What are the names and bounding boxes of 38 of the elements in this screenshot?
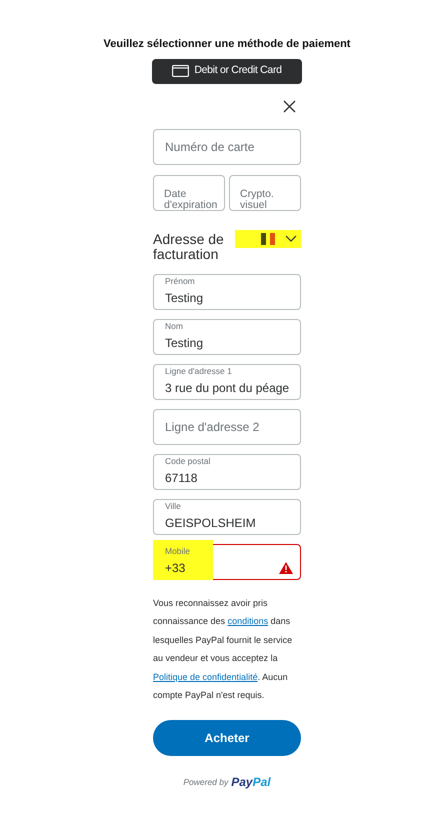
flag-icon	[261, 232, 275, 244]
text-field[interactable]: Ville GEISPOLSHEIM	[153, 498, 301, 534]
highlight-mark	[153, 540, 213, 580]
card-icon	[172, 65, 190, 77]
billing-label: Adresse de facturation	[153, 232, 225, 262]
text-field[interactable]: Ligne d'adresse 1 3 rue du pont du péage	[153, 364, 301, 400]
text-field[interactable]: Crypto. visuel	[229, 174, 301, 210]
buy-button[interactable]: Acheter	[153, 720, 301, 756]
warning-icon	[279, 562, 293, 574]
legal-link[interactable]: conditions	[228, 616, 268, 626]
field-label: Prénom	[165, 276, 196, 286]
field-label: Ligne d'adresse 1	[165, 366, 233, 376]
field-value[interactable]: 67118	[165, 468, 289, 486]
field-value[interactable]: 3 rue du pont du péage	[165, 378, 289, 396]
field-label: Code postal	[165, 456, 212, 466]
heading-text: Veuillez sélectionner une méthode de paiement	[102, 37, 352, 52]
legal-link[interactable]: Politique de confidentialité	[153, 672, 258, 682]
field-label: Nom	[165, 320, 184, 330]
text-field[interactable]: Ligne d'adresse 2	[153, 408, 301, 444]
field-value[interactable]: +33	[165, 558, 265, 576]
field-label: Mobile	[165, 546, 192, 556]
text-field[interactable]: Code postal 67118	[153, 454, 301, 490]
field-value[interactable]: Testing	[165, 288, 289, 306]
powered-by-text: Powered by	[183, 776, 228, 788]
close-icon[interactable]	[283, 100, 296, 112]
text-input[interactable]: Ligne d'adresse 2	[165, 418, 289, 436]
paypal-logo: PayPal	[231, 774, 271, 792]
field-label: Ville	[165, 500, 182, 510]
text-field[interactable]: Nom Testing	[153, 318, 301, 354]
field-value[interactable]: Testing	[165, 334, 289, 352]
card-method-button[interactable]: Debit or Credit Card	[152, 58, 302, 84]
field-value[interactable]: GEISPOLSHEIM	[165, 514, 289, 532]
card-number-field[interactable]: Numéro de carte	[153, 128, 301, 164]
text-field[interactable]: Prénom Testing	[153, 274, 301, 310]
text-field[interactable]: Date d'expiration	[153, 174, 225, 210]
chevron-down-icon	[285, 235, 297, 242]
legal-text: Vous reconnaissez avoir pris connaissance des conditions dans lesquelles PayPal fournit le service au vendeur et vous acceptez la Politique de confidentialité. Aucun compte PayPal n'est requis.	[153, 596, 293, 702]
country-selector[interactable]	[235, 230, 301, 248]
